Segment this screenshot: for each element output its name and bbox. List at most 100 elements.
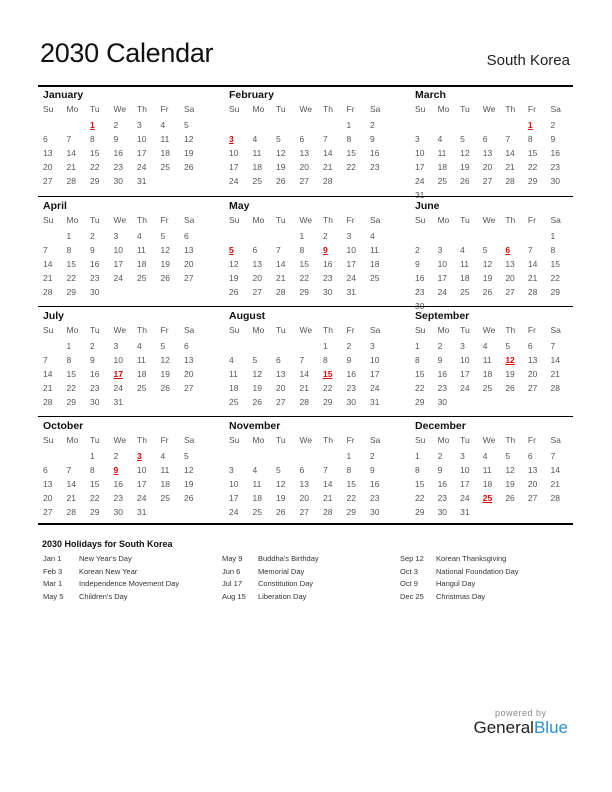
week-row: 21 22 23 24 25 26 27: [43, 271, 224, 285]
day-cell: 11: [437, 148, 447, 158]
month-june: June Su Mo Tu We Th Fr Sa 1 2 3 4 5 6 7 8 9 10 11 12 13 14 15 1…: [410, 197, 573, 311]
month-february: February Su Mo Tu We Th Fr Sa 1 2 3 4 5 6 7 8 9 10 11 12 13 1…: [224, 86, 410, 196]
week-row: 1 2 3 4 5 6 7: [415, 339, 573, 353]
holidays-column-1: Jan 1 New Year's Day Feb 3 Korean New Year M…: [43, 553, 179, 603]
day-cell: 6: [276, 355, 281, 365]
week-row: 25 26 27 28 29 30 31: [229, 395, 410, 409]
day-cell: 19: [160, 259, 170, 269]
day-cell: 23: [370, 493, 380, 503]
day-cell: 26: [252, 397, 262, 407]
week-row: 10 11 12 13 14 15 16: [229, 146, 410, 160]
day-cell: 26: [184, 493, 194, 503]
day-cell: 13: [505, 259, 515, 269]
holiday-item: Jan 1 New Year's Day: [43, 553, 179, 566]
empty-cell: [505, 118, 528, 132]
holiday-date: Feb 3: [43, 566, 63, 576]
day-cell: 24: [437, 287, 448, 297]
day-cell: 10: [137, 465, 147, 475]
day-cell: 1: [415, 341, 420, 351]
empty-cell: [253, 449, 277, 463]
empty-cell: [137, 285, 161, 299]
day-cell: 1: [90, 451, 95, 461]
weekday-header: Su Mo Tu We Th Fr Sa: [415, 433, 573, 449]
week-row: 4 5 6 7 8 9 10: [229, 353, 410, 367]
day-cell: 9: [370, 134, 375, 144]
day-cell: 14: [43, 369, 53, 379]
month-row: April Su Mo Tu We Th Fr Sa 1 2 3 4 5 6 7 8 9 10 11 12 13 14 15…: [38, 196, 573, 311]
day-cell: 28: [550, 493, 560, 503]
holiday-day-cell: 9: [323, 245, 328, 255]
day-cell: 27: [527, 383, 538, 393]
day-cell: 13: [299, 479, 309, 489]
day-cell: 17: [113, 259, 123, 269]
day-cell: 4: [370, 231, 375, 241]
day-cell: 4: [229, 355, 234, 365]
weekday-label: Su: [415, 104, 426, 114]
weekday-header: Su Mo Tu We Th Fr Sa: [43, 213, 224, 229]
day-cell: 2: [370, 120, 375, 130]
weekday-label: We: [113, 435, 127, 445]
month-name: April: [43, 200, 67, 212]
day-cell: 31: [346, 287, 356, 297]
day-cell: 10: [437, 259, 448, 269]
day-cell: 22: [346, 493, 356, 503]
day-cell: 21: [43, 273, 53, 283]
day-cell: 11: [137, 245, 146, 255]
holiday-date: May 5: [43, 591, 64, 601]
weekday-label: Sa: [184, 104, 195, 114]
empty-cell: [229, 449, 253, 463]
weekday-label: Su: [415, 435, 426, 445]
day-cell: 27: [184, 273, 194, 283]
day-cell: 29: [323, 397, 333, 407]
day-cell: 28: [299, 397, 309, 407]
empty-cell: [114, 285, 138, 299]
weekday-label: Mo: [66, 104, 79, 114]
day-cell: 30: [90, 397, 100, 407]
week-row: 14 15 16 17 18 19 20: [43, 367, 224, 381]
empty-cell: [528, 505, 551, 519]
day-cell: 24: [113, 383, 123, 393]
day-cell: 13: [43, 479, 53, 489]
weekday-label: Tu: [460, 325, 470, 335]
day-cell: 25: [482, 383, 493, 393]
holiday-day-cell: 15: [323, 369, 333, 379]
day-cell: 29: [90, 176, 100, 186]
day-cell: 7: [43, 355, 48, 365]
day-cell: 9: [90, 355, 95, 365]
day-cell: 24: [370, 383, 380, 393]
day-cell: 10: [113, 245, 123, 255]
day-cell: 9: [346, 355, 352, 365]
empty-cell: [43, 449, 67, 463]
day-cell: 19: [276, 493, 286, 503]
day-cell: 22: [323, 383, 333, 393]
weekday-label: We: [299, 325, 313, 335]
day-cell: 28: [276, 287, 286, 297]
month-march: March Su Mo Tu We Th Fr Sa 1 2 3 4 5 6 7 8 9 10 11 12 13 14 15…: [410, 86, 573, 200]
weekday-label: Tu: [276, 215, 286, 225]
weekday-label: Mo: [252, 215, 265, 225]
empty-cell: [505, 229, 528, 243]
day-cell: 5: [160, 231, 166, 241]
powered-by-text: powered by: [494, 708, 547, 718]
day-cell: 21: [299, 383, 309, 393]
day-cell: 31: [113, 397, 123, 407]
day-cell: 4: [137, 231, 142, 241]
weekday-label: We: [299, 215, 313, 225]
week-row: 26 27 28 29 30 31: [229, 285, 410, 299]
day-cell: 13: [252, 259, 262, 269]
holiday-day-cell: 6: [505, 245, 511, 255]
day-cell: 2: [113, 451, 119, 461]
month-july: July Su Mo Tu We Th Fr Sa 1 2 3 4 5 6 7 8 9 10 11 12 13 14 15 1…: [38, 307, 224, 416]
weekday-label: Mo: [66, 215, 79, 225]
weekday-label: Sa: [550, 215, 561, 225]
day-cell: 17: [137, 479, 147, 489]
weekday-label: Fr: [160, 215, 169, 225]
holiday-date: Jul 17: [222, 579, 243, 588]
week-row: 19 20 21 22 23 24 25: [229, 271, 410, 285]
week-row: 1 2 3: [229, 339, 410, 353]
day-cell: 11: [252, 479, 262, 489]
day-cell: 8: [90, 134, 95, 144]
day-cell: 7: [323, 465, 328, 475]
brand-name: GeneralBlue: [473, 718, 568, 738]
day-cell: 20: [527, 479, 538, 489]
